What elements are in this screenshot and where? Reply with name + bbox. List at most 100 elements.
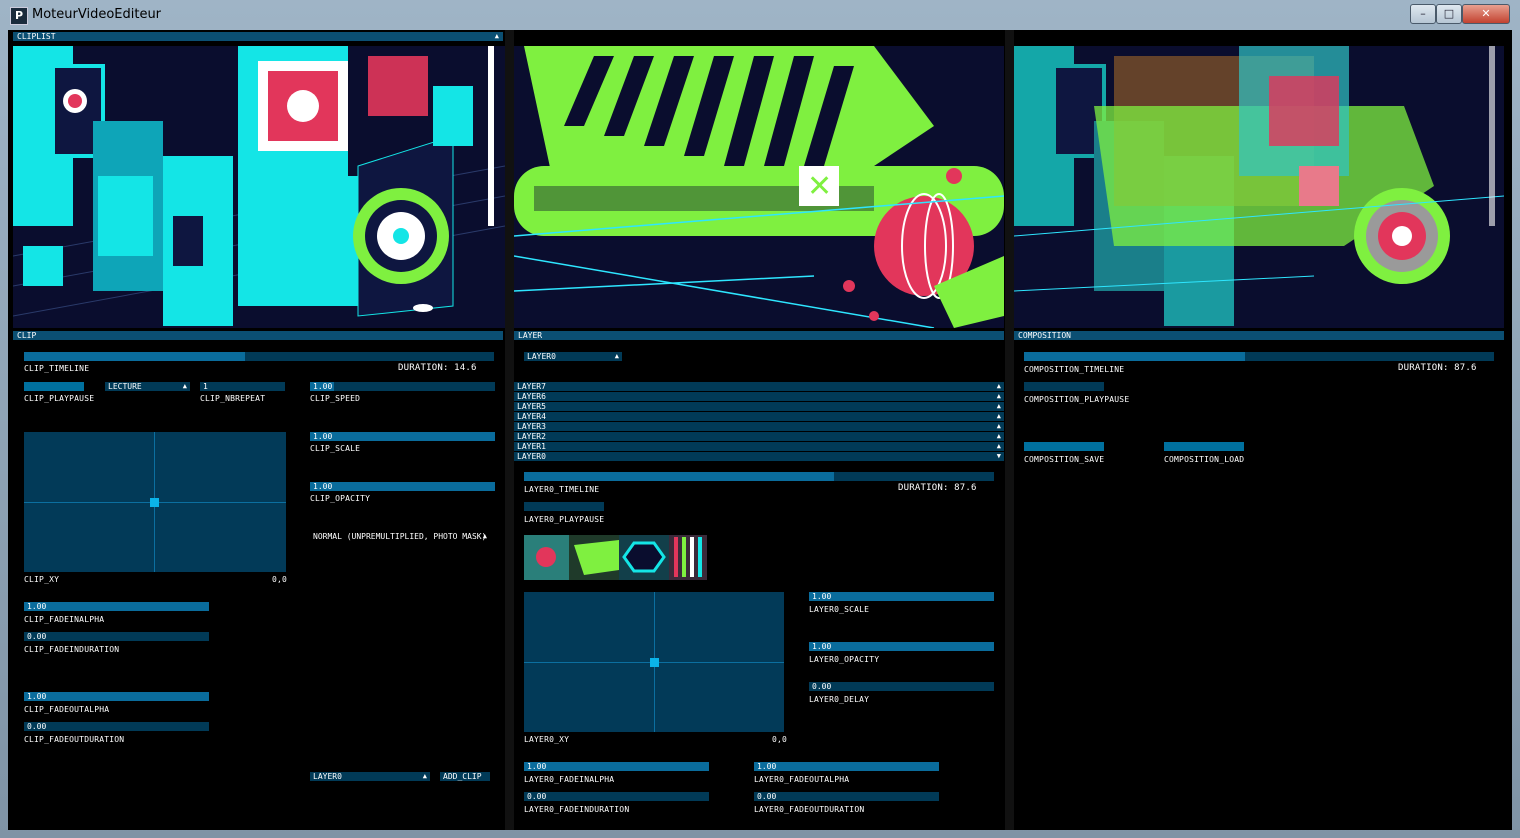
clip-speed-slider[interactable]: 1.00	[310, 382, 495, 391]
layer-list-item[interactable]: LAYER2 ▲	[514, 432, 1004, 442]
processing-app-icon: P	[10, 7, 28, 25]
clip-panel-header: CLIP	[13, 331, 503, 340]
layer-timeline-label: LAYER0_TIMELINE	[524, 485, 600, 494]
layer-list-item[interactable]: LAYER3 ▲	[514, 422, 1004, 432]
clip-fadeoutalpha-value: 1.00	[27, 692, 47, 701]
clip-timeline-slider[interactable]	[24, 352, 494, 361]
layer-scale-value: 1.00	[812, 592, 832, 601]
move-up-icon[interactable]: ▲	[997, 402, 1001, 411]
clip-fadeinalpha-value: 1.00	[27, 602, 47, 611]
move-down-icon[interactable]: ▼	[997, 452, 1001, 461]
layer-scale-fill	[809, 592, 994, 601]
layer-list-item[interactable]: LAYER1 ▲	[514, 442, 1004, 452]
collapse-arrow-icon[interactable]: ▲	[495, 32, 499, 41]
clip-scale-fill	[310, 432, 495, 441]
move-up-icon[interactable]: ▲	[997, 392, 1001, 401]
layer-timeline-slider[interactable]	[524, 472, 994, 481]
move-up-icon[interactable]: ▲	[997, 422, 1001, 431]
composition-preview-image	[1014, 46, 1504, 328]
clip-fadeoutduration-value: 0.00	[27, 722, 47, 731]
cliplist-header[interactable]: CLIPLIST ▲	[13, 32, 503, 41]
clip-scale-label: CLIP_SCALE	[310, 444, 361, 453]
clip-target-layer-dropdown[interactable]: LAYER0 ▲	[310, 772, 430, 781]
move-up-icon[interactable]: ▲	[997, 432, 1001, 441]
layer-clip-thumbnails[interactable]	[524, 535, 707, 580]
clip-fadeoutalpha-label: CLIP_FADEOUTALPHA	[24, 705, 110, 714]
clip-panel-label: CLIP	[17, 331, 37, 340]
layer-list-item-label: LAYER4	[517, 412, 546, 421]
close-button[interactable]: ✕	[1462, 4, 1510, 24]
clip-timeline-fill	[24, 352, 245, 361]
clip-fadeoutduration-slider[interactable]: 0.00	[24, 722, 209, 731]
clip-nbrepeat-field[interactable]: 1	[200, 382, 285, 391]
layer-list-item[interactable]: LAYER7 ▲	[514, 382, 1004, 392]
layer-panel-label: LAYER	[518, 331, 543, 340]
clip-mode-dropdown[interactable]: LECTURE ▲	[105, 382, 190, 391]
clip-blendmode-dropdown[interactable]: NORMAL (UNPREMULTIPLIED, PHOTO MASK) ▲	[310, 532, 490, 541]
clip-target-layer-value: LAYER0	[313, 772, 342, 781]
layer-xy-pad[interactable]	[524, 592, 784, 732]
panel-divider	[1005, 30, 1014, 830]
layer-delay-slider[interactable]: 0.00	[809, 682, 994, 691]
minimize-button[interactable]: –	[1410, 4, 1436, 24]
composition-playpause-label: COMPOSITION_PLAYPAUSE	[1024, 395, 1130, 404]
layer-fadeinduration-slider[interactable]: 0.00	[524, 792, 709, 801]
composition-save-button[interactable]	[1024, 442, 1104, 451]
clip-xy-label: CLIP_XY	[24, 575, 60, 584]
clip-blendmode-value: NORMAL (UNPREMULTIPLIED, PHOTO MASK)	[313, 532, 487, 541]
move-up-icon[interactable]: ▲	[997, 382, 1001, 391]
layer-fadeoutduration-slider[interactable]: 0.00	[754, 792, 939, 801]
add-clip-label: ADD_CLIP	[443, 772, 482, 781]
move-up-icon[interactable]: ▲	[997, 442, 1001, 451]
clip-scale-value: 1.00	[313, 432, 333, 441]
clip-duration: DURATION: 14.6	[398, 363, 477, 373]
layer-select-dropdown[interactable]: LAYER0 ▲	[524, 352, 622, 361]
layer-list-item-label: LAYER3	[517, 422, 546, 431]
sketch-canvas: CLIPLIST ▲ ✕ CLIP LAYER COMPOSITION CLIP…	[8, 30, 1512, 830]
clip-xy-pad[interactable]	[24, 432, 286, 572]
layer-fadeinalpha-slider[interactable]: 1.00	[524, 762, 709, 771]
layer-fadeinduration-label: LAYER0_FADEINDURATION	[524, 805, 630, 814]
clip-fadeinduration-slider[interactable]: 0.00	[24, 632, 209, 641]
layer-playpause-button[interactable]	[524, 502, 604, 511]
layer-list-item[interactable]: LAYER4 ▲	[514, 412, 1004, 422]
layer-opacity-value: 1.00	[812, 642, 832, 651]
clip-speed-label: CLIP_SPEED	[310, 394, 361, 403]
layer-scale-slider[interactable]: 1.00	[809, 592, 994, 601]
layer-xy-handle[interactable]	[650, 658, 659, 667]
clip-playpause-button[interactable]	[24, 382, 84, 391]
composition-load-button[interactable]	[1164, 442, 1244, 451]
clip-opacity-label: CLIP_OPACITY	[310, 494, 371, 503]
layer-fadeoutalpha-value: 1.00	[757, 762, 777, 771]
clip-fadeoutalpha-slider[interactable]: 1.00	[24, 692, 209, 701]
layer-opacity-label: LAYER0_OPACITY	[809, 655, 880, 664]
panel-divider	[505, 30, 514, 830]
composition-timeline-slider[interactable]	[1024, 352, 1494, 361]
composition-save-label: COMPOSITION_SAVE	[1024, 455, 1105, 464]
add-clip-button[interactable]: ADD_CLIP	[440, 772, 490, 781]
layer-preview: ✕	[514, 46, 1004, 328]
layer-opacity-slider[interactable]: 1.00	[809, 642, 994, 651]
layer-list-item-label: LAYER2	[517, 432, 546, 441]
clip-nbrepeat-value: 1	[203, 382, 208, 391]
clip-fadeinalpha-slider[interactable]: 1.00	[24, 602, 209, 611]
clip-preview	[13, 46, 505, 328]
layer-list-item[interactable]: LAYER6 ▲	[514, 392, 1004, 402]
clip-xy-handle[interactable]	[150, 498, 159, 507]
composition-playpause-button[interactable]	[1024, 382, 1104, 391]
cliplist-label: CLIPLIST	[17, 32, 56, 41]
layer-fadeinalpha-value: 1.00	[527, 762, 547, 771]
clip-fadeoutduration-label: CLIP_FADEOUTDURATION	[24, 735, 125, 744]
clip-nbrepeat-label: CLIP_NBREPEAT	[200, 394, 266, 403]
layer-list-item[interactable]: LAYER0 ▼	[514, 452, 1004, 462]
move-up-icon[interactable]: ▲	[997, 412, 1001, 421]
maximize-button[interactable]: □	[1436, 4, 1462, 24]
title-bar: P MoteurVideoEditeur – □ ✕	[0, 0, 1520, 30]
layer-list-item-label: LAYER6	[517, 392, 546, 401]
dropdown-arrow-icon: ▲	[614, 352, 619, 360]
clip-scale-slider[interactable]: 1.00	[310, 432, 495, 441]
layer-fadeoutalpha-slider[interactable]: 1.00	[754, 762, 939, 771]
clip-opacity-slider[interactable]: 1.00	[310, 482, 495, 491]
layer-list-item[interactable]: LAYER5 ▲	[514, 402, 1004, 412]
layer-scale-label: LAYER0_SCALE	[809, 605, 870, 614]
